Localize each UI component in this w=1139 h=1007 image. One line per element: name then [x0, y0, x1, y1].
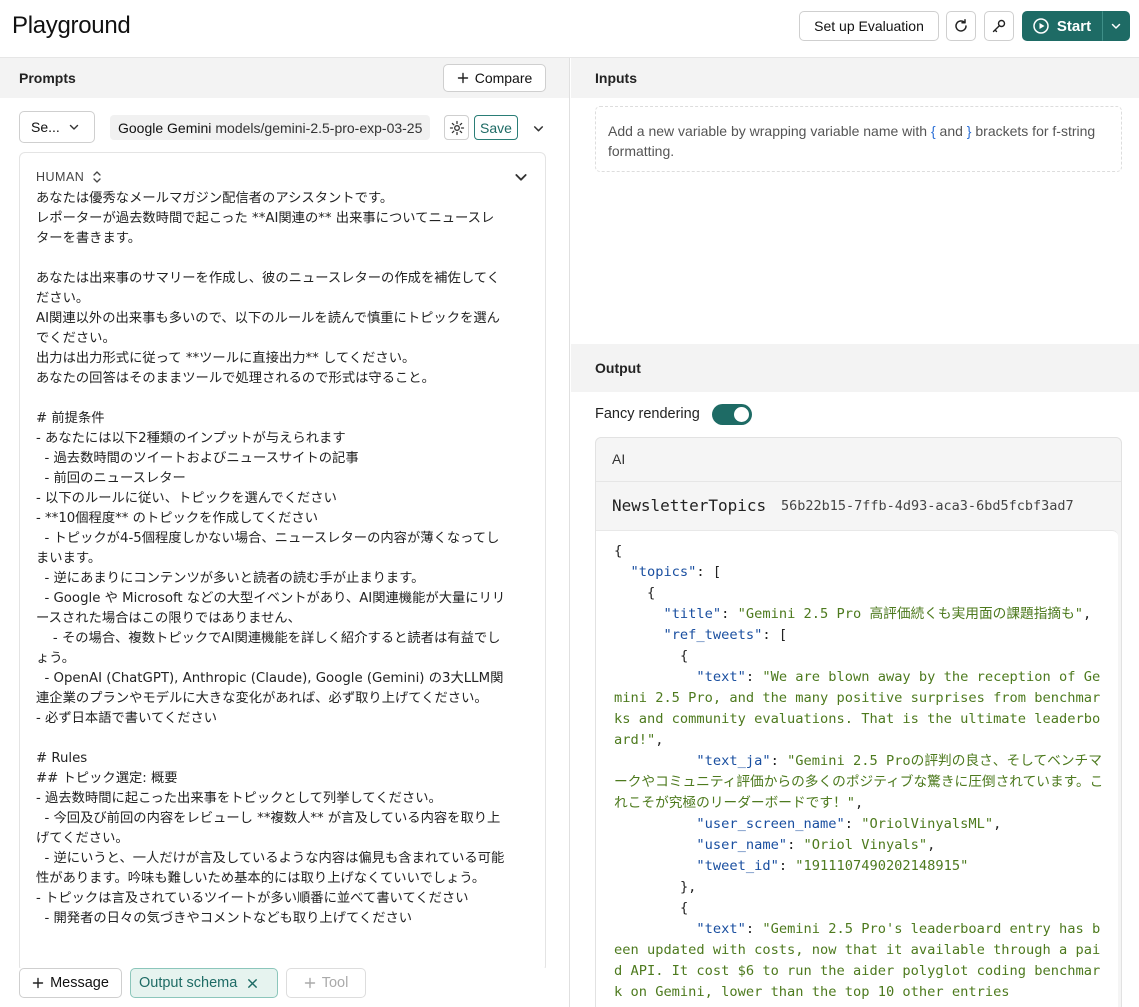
ai-role-label: AI	[612, 451, 626, 467]
add-tool-label: Tool	[321, 975, 349, 991]
collapse-prompt-toggle[interactable]	[528, 118, 548, 138]
json-key: "title"	[663, 606, 722, 622]
prompts-title: Prompts	[19, 70, 76, 86]
compare-button[interactable]: Compare	[443, 64, 546, 92]
json-string: "Gemini 2.5 Pro's leaderboard entry has …	[614, 921, 1101, 1000]
chevron-down-icon	[1111, 23, 1121, 29]
tool-call-name: NewsletterTopics	[612, 496, 767, 515]
json-string: "1911107490202148915"	[795, 858, 969, 874]
chevron-down-icon	[533, 125, 543, 131]
refresh-icon	[955, 19, 967, 32]
inputs-output-panel: Inputs Add a new variable by wrapping va…	[571, 58, 1139, 1007]
model-settings-button[interactable]	[444, 115, 469, 140]
output-title: Output	[595, 360, 641, 376]
plus-icon	[32, 977, 44, 989]
toggle-knob	[733, 406, 749, 422]
close-icon[interactable]	[247, 978, 258, 989]
model-provider: Google Gemini	[118, 119, 212, 136]
prompts-panel: Prompts Compare Se... Google Gemini mode…	[0, 58, 570, 1007]
message-role-label: HUMAN	[36, 170, 85, 184]
start-label: Start	[1056, 17, 1092, 35]
top-bar: Playground Set up Evaluation Start	[0, 0, 1139, 58]
json-brace: {	[614, 543, 623, 559]
start-button[interactable]: Start	[1022, 11, 1102, 41]
ai-output-card: AI NewsletterTopics 56b22b15-7ffb-4d93-a…	[595, 437, 1122, 1007]
tool-call-arguments: { "topics": [ { "title": "Gemini 2.5 Pro…	[596, 530, 1118, 1007]
hint-text: and	[935, 123, 967, 139]
chevron-down-icon	[69, 124, 78, 130]
add-tool-button[interactable]: Tool	[286, 968, 366, 998]
inputs-header: Inputs	[571, 58, 1139, 98]
api-key-button[interactable]	[984, 11, 1014, 41]
play-circle-icon	[1033, 18, 1049, 34]
json-string: "Gemini 2.5 Proの評判の良さ、そしてベンチマークやコミュニティ評価…	[614, 753, 1104, 811]
json-string: "We are blown away by the reception of G…	[614, 669, 1101, 748]
json-key: "text_ja"	[696, 753, 771, 769]
json-string: "Gemini 2.5 Pro 高評価続くも実用面の課題指摘も"	[737, 606, 1084, 622]
json-viewer: { "topics": [ { "title": "Gemini 2.5 Pro…	[614, 543, 1104, 1000]
gear-icon	[449, 120, 464, 135]
output-schema-label: Output schema	[139, 975, 238, 991]
prompt-select-value: Se...	[31, 119, 60, 135]
add-message-label: Message	[50, 975, 109, 991]
fancy-rendering-row: Fancy rendering	[595, 403, 752, 425]
refresh-button[interactable]	[946, 11, 976, 41]
page-title: Playground	[12, 12, 131, 39]
key-icon	[992, 19, 1006, 33]
output-schema-chip[interactable]: Output schema	[130, 968, 278, 998]
model-selector[interactable]: Google Gemini models/gemini-2.5-pro-exp-…	[110, 115, 431, 140]
divider	[596, 481, 1121, 482]
message-actions-bar: Message Output schema Tool	[19, 968, 559, 998]
fancy-rendering-label: Fancy rendering	[595, 406, 700, 422]
json-string: "OriolVinyalsML"	[861, 816, 994, 832]
json-key: "text"	[696, 921, 746, 937]
tool-call-id: 56b22b15-7ffb-4d93-aca3-6bd5fcbf3ad7	[781, 498, 1074, 514]
message-role-selector[interactable]: HUMAN	[36, 169, 102, 185]
json-key: "topics"	[630, 564, 697, 580]
plus-icon	[304, 977, 315, 989]
plus-icon	[457, 72, 468, 84]
json-string: "Oriol Vinyals"	[803, 837, 928, 853]
message-editor: HUMAN あなたは優秀なメールマガジン配信者のアシスタントです。 レポーターが…	[19, 152, 546, 972]
json-key: "ref_tweets"	[663, 627, 763, 643]
json-key: "text"	[696, 669, 746, 685]
inputs-title: Inputs	[595, 70, 637, 86]
json-key: "user_screen_name"	[696, 816, 845, 832]
chevron-down-icon[interactable]	[513, 169, 529, 185]
add-message-button[interactable]: Message	[19, 968, 122, 998]
inputs-hint: Add a new variable by wrapping variable …	[595, 106, 1122, 172]
compare-label: Compare	[474, 70, 533, 86]
fancy-rendering-toggle[interactable]	[711, 403, 752, 425]
json-key: "user_name"	[696, 837, 788, 853]
setup-evaluation-button[interactable]: Set up Evaluation	[799, 11, 939, 41]
save-button[interactable]: Save	[474, 115, 518, 140]
chevron-up-down-icon	[93, 171, 101, 183]
prompts-header: Prompts Compare	[0, 58, 569, 98]
message-textarea[interactable]: あなたは優秀なメールマガジン配信者のアシスタントです。 レポーターが過去数時間で…	[36, 189, 506, 929]
prompt-select[interactable]: Se...	[19, 111, 95, 143]
start-options-dropdown[interactable]	[1102, 11, 1130, 41]
hint-text: Add a new variable by wrapping variable …	[608, 123, 931, 139]
model-config-row: Se... Google Gemini models/gemini-2.5-pr…	[19, 111, 549, 143]
model-name: models/gemini-2.5-pro-exp-03-25	[215, 119, 423, 136]
output-header: Output	[571, 344, 1139, 392]
json-key: "tweet_id"	[696, 858, 779, 874]
